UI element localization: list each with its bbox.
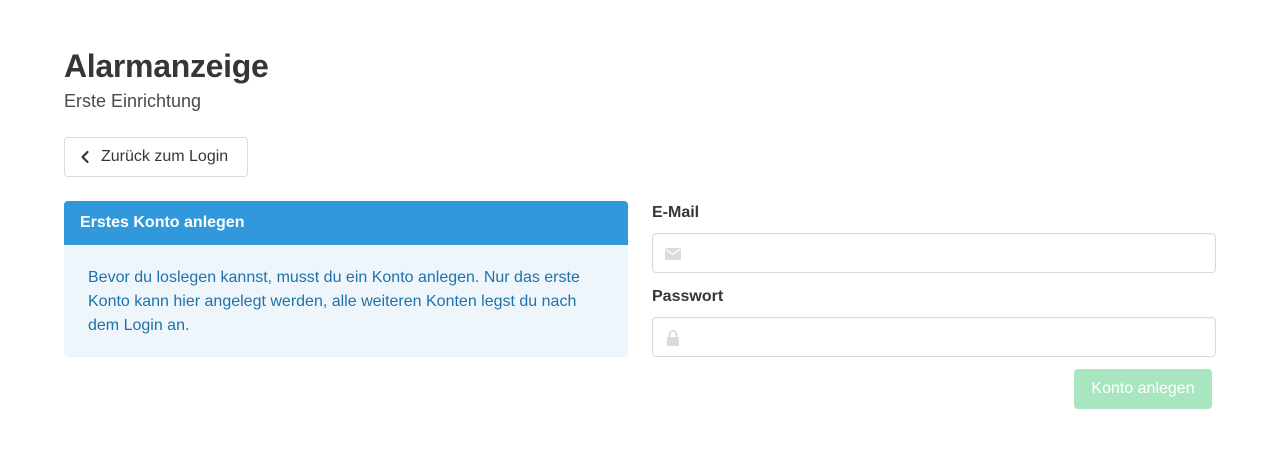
info-message: Erstes Konto anlegen Bevor du loslegen k… xyxy=(64,201,628,357)
info-message-header: Erstes Konto anlegen xyxy=(64,201,628,245)
page-subtitle: Erste Einrichtung xyxy=(64,91,202,111)
info-message-body: Bevor du loslegen kannst, musst du ein K… xyxy=(88,269,580,334)
back-to-login-button[interactable]: Zurück zum Login xyxy=(64,137,248,177)
email-field-wrapper xyxy=(652,233,1216,273)
page-title: Alarmanzeige xyxy=(64,48,269,84)
password-field-wrapper xyxy=(652,317,1216,357)
email-input[interactable] xyxy=(653,234,1215,272)
back-button-label: Zurück zum Login xyxy=(101,148,229,165)
create-account-button[interactable]: Konto anlegen xyxy=(1074,369,1212,409)
password-input[interactable] xyxy=(653,318,1215,356)
email-label: E-Mail xyxy=(652,204,700,221)
password-label: Passwort xyxy=(652,288,724,305)
chevron-left-icon xyxy=(79,150,91,164)
